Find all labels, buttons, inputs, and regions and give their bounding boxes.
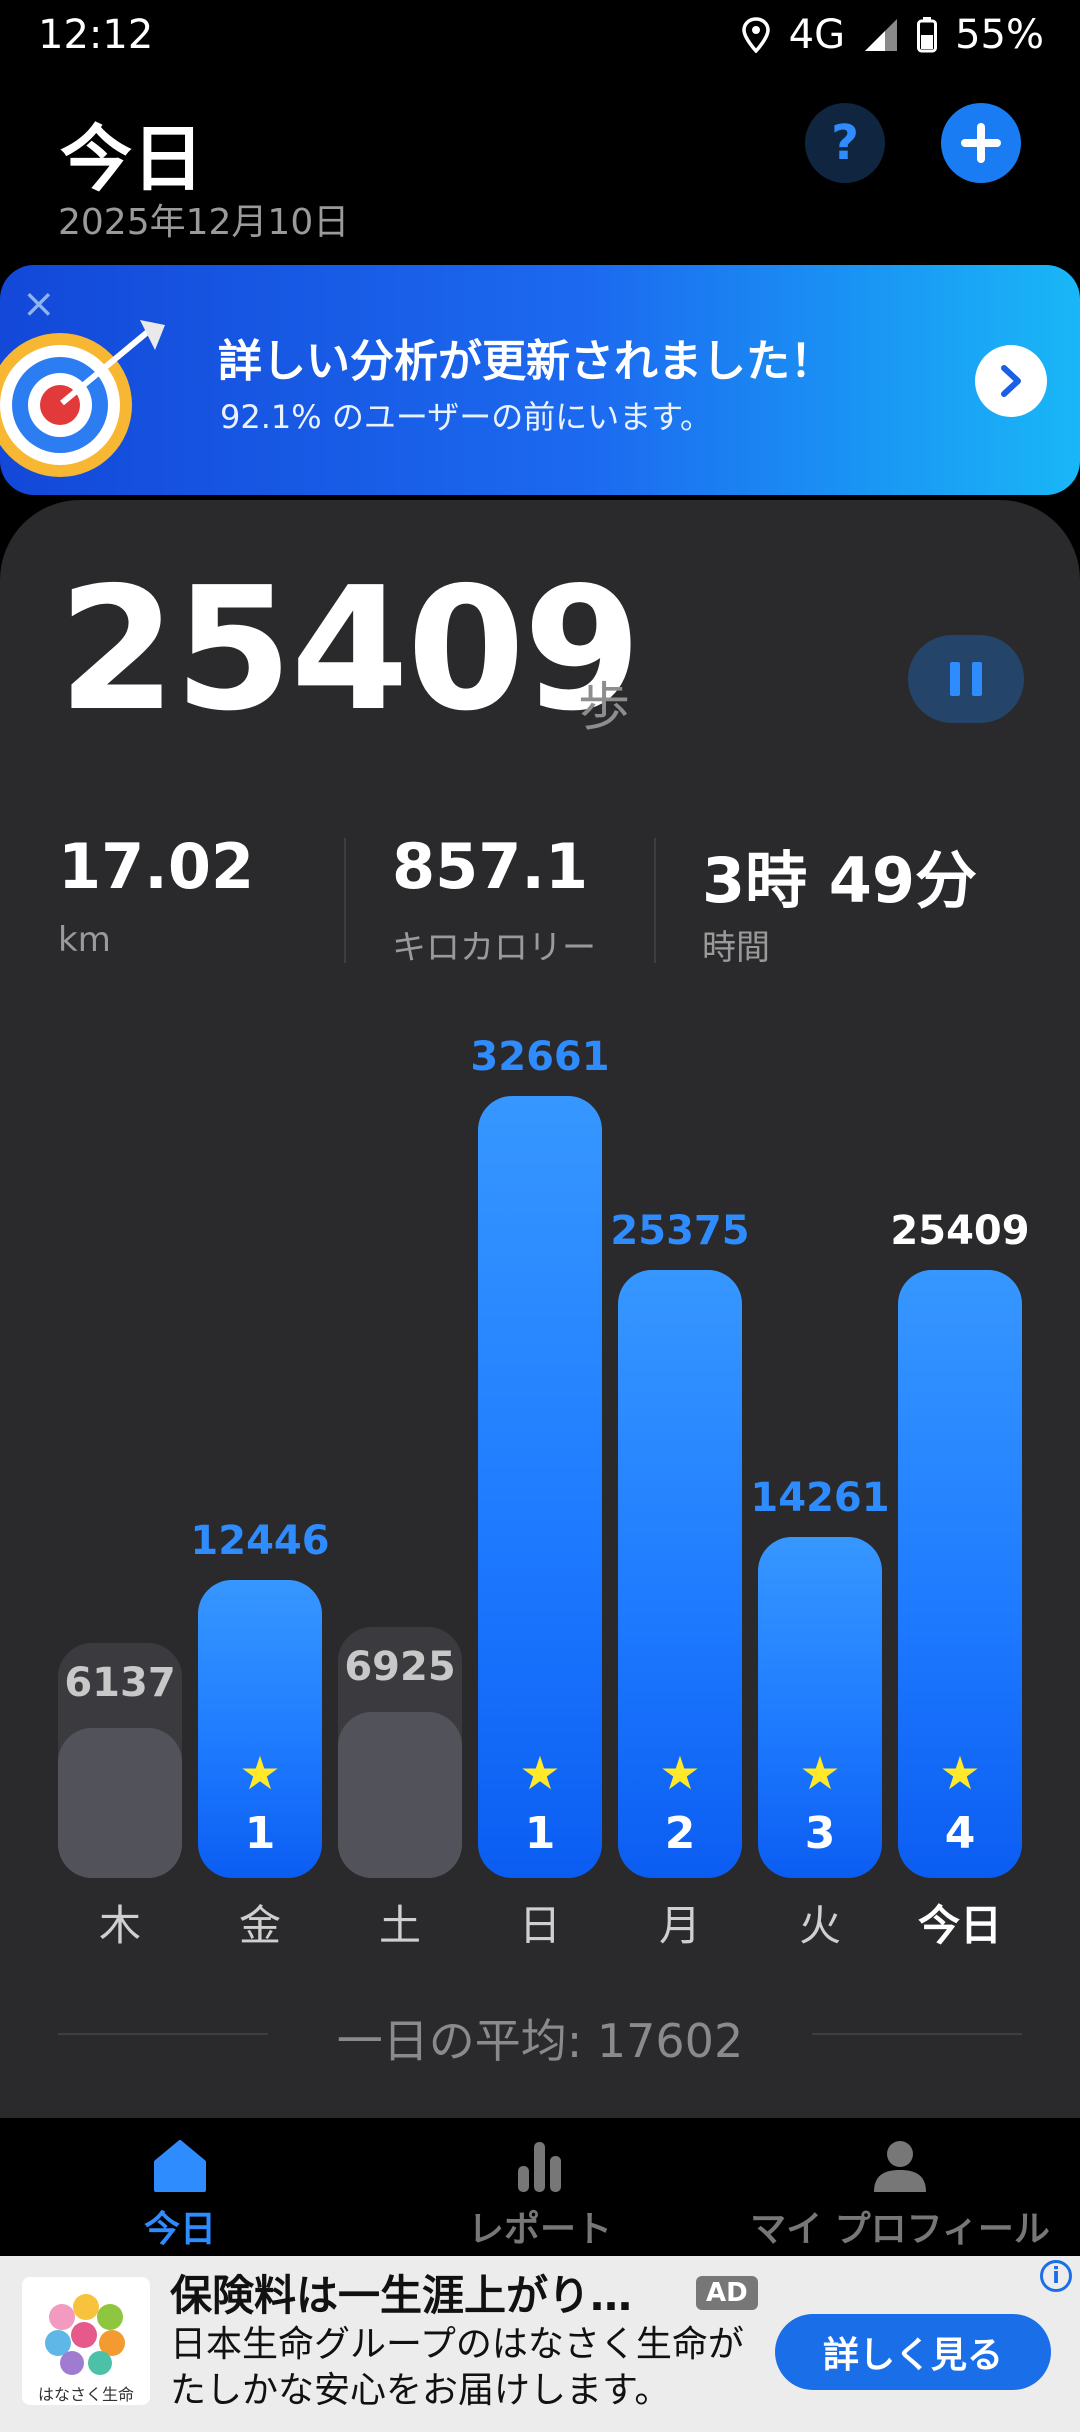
nav-label-today: 今日 bbox=[143, 2209, 216, 2250]
distance-label: km bbox=[58, 920, 111, 960]
help-icon: ? bbox=[831, 115, 859, 171]
stat-divider bbox=[344, 838, 346, 963]
nav-item-profile[interactable]: マイ プロフィール bbox=[740, 2118, 1060, 2256]
banner-subtitle: 92.1% のユーザーの前にいます。 bbox=[220, 398, 712, 436]
location-icon bbox=[741, 17, 770, 53]
page-date: 2025年12月10日 bbox=[58, 202, 350, 243]
pause-icon bbox=[950, 662, 960, 696]
nav-label-report: レポート bbox=[467, 2209, 612, 2250]
signal-icon bbox=[865, 19, 898, 51]
duration-value: 3時 49分 bbox=[702, 844, 978, 917]
home-icon bbox=[154, 2140, 206, 2192]
ad-logo-text: はなさく生命 bbox=[37, 2385, 134, 2404]
ad-logo: はなさく生命 bbox=[22, 2277, 150, 2405]
calories-value: 857.1 bbox=[392, 830, 589, 903]
calories-label: キロカロリー bbox=[392, 928, 596, 968]
stat-divider bbox=[654, 838, 656, 963]
ad-badge: AD bbox=[696, 2276, 758, 2310]
page-title: 今日 bbox=[60, 117, 205, 201]
add-button[interactable] bbox=[941, 103, 1021, 183]
ad-cta-button[interactable]: 詳しく見る bbox=[775, 2314, 1051, 2390]
step-count: 25409 bbox=[58, 551, 641, 749]
pause-icon bbox=[972, 662, 982, 696]
status-icons: 4G 55% bbox=[741, 12, 1044, 58]
ad-info-icon[interactable]: i bbox=[1040, 2260, 1072, 2292]
chevron-right-icon bbox=[1001, 365, 1021, 397]
plus-icon bbox=[961, 123, 1001, 163]
nav-item-report[interactable]: レポート bbox=[420, 2118, 660, 2256]
ad-title[interactable]: 保険料は一生涯上がり… bbox=[170, 2262, 632, 2323]
analysis-banner[interactable]: × 詳しい分析が更新されました！ 92.1% のユーザーの前にいます。 bbox=[0, 265, 1080, 495]
duration-label: 時間 bbox=[702, 928, 770, 968]
nav-item-today[interactable]: 今日 bbox=[60, 2118, 300, 2256]
battery-icon bbox=[917, 17, 938, 53]
distance-value: 17.02 bbox=[58, 830, 255, 903]
daily-average: 一日の平均: 17602 bbox=[336, 2014, 744, 2068]
network-type: 4G bbox=[788, 12, 846, 58]
step-unit: 歩 bbox=[578, 678, 631, 738]
banner-arrow-button[interactable] bbox=[975, 345, 1047, 417]
target-icon bbox=[0, 320, 165, 477]
battery-percent: 55% bbox=[955, 12, 1044, 58]
bar-chart-icon bbox=[518, 2142, 561, 2192]
pause-button[interactable] bbox=[908, 635, 1024, 723]
status-time: 12:12 bbox=[38, 12, 154, 58]
nav-label-profile: マイ プロフィール bbox=[750, 2209, 1050, 2250]
banner-title: 詳しい分析が更新されました！ bbox=[218, 336, 834, 387]
person-icon bbox=[874, 2141, 926, 2192]
help-button[interactable]: ? bbox=[805, 103, 885, 183]
ad-body: 日本生命グループのはなさく生命がたしかな安心をお届けします。 bbox=[170, 2324, 744, 2411]
